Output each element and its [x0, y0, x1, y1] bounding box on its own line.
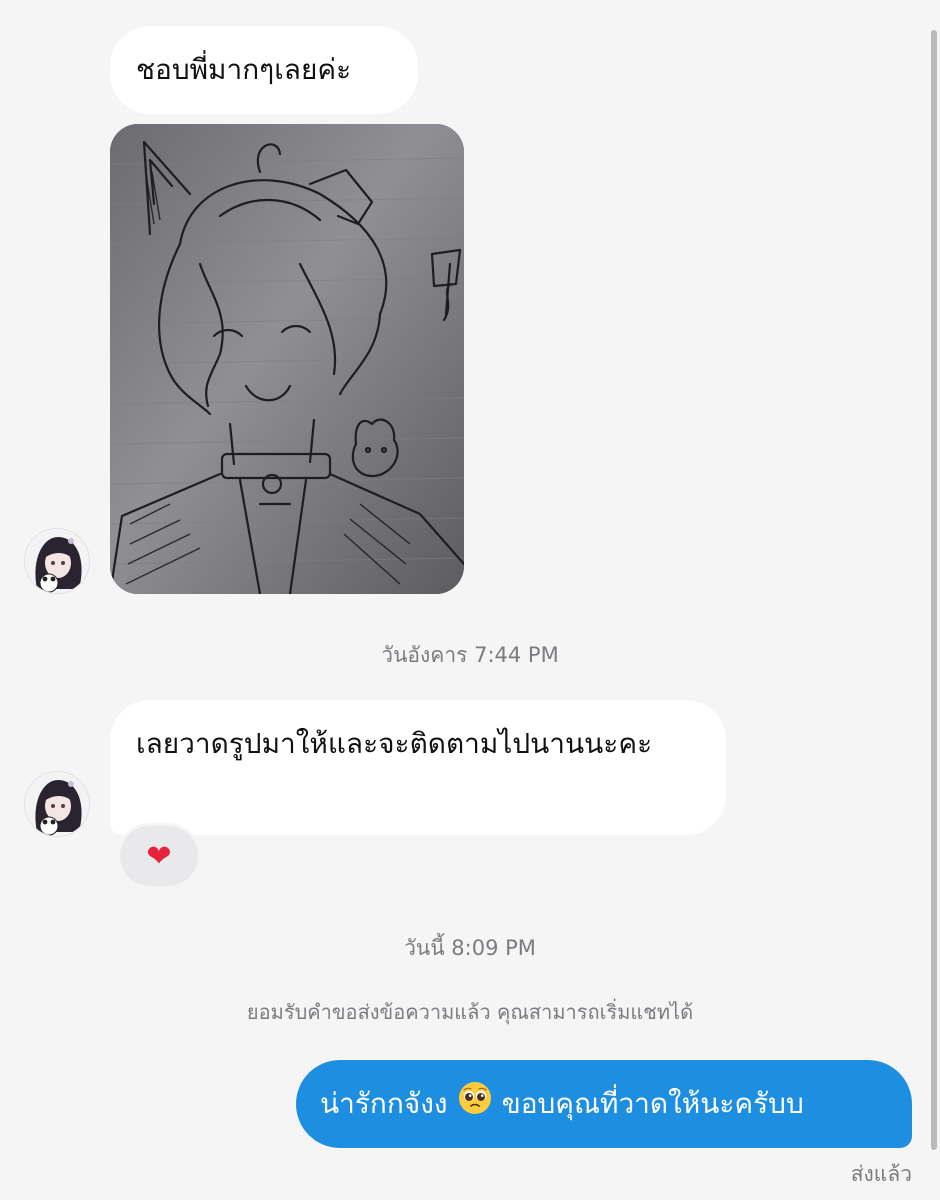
timestamp: วันอังคาร 7:44 PM	[381, 643, 559, 667]
message-text: ชอบพี่มากๆเลยค่ะ	[136, 53, 352, 86]
avatar[interactable]	[24, 528, 90, 594]
delivery-status: ส่งแล้ว	[850, 1162, 912, 1186]
incoming-message-bubble[interactable]: ชอบพี่มากๆเลยค่ะ	[110, 26, 418, 114]
message-text-part1: น่ารักกจังง	[320, 1087, 448, 1120]
avatar-icon	[25, 529, 89, 593]
timestamp: วันนี้ 8:09 PM	[404, 936, 536, 960]
outgoing-message-bubble[interactable]: น่ารักกจังง ขอบคุณที่วาดให้นะครับบ	[296, 1060, 912, 1148]
system-notice: ยอมรับคำขอส่งข้อความแล้ว คุณสามารถเริ่มแ…	[246, 1000, 694, 1024]
incoming-message-bubble[interactable]: เลยวาดรูปมาให้และจะติดตามไปนานนะคะ	[110, 700, 726, 835]
reaction-badge[interactable]: ❤	[117, 823, 201, 889]
image-message[interactable]	[110, 124, 464, 594]
sketch-photo	[110, 124, 464, 594]
scrollbar[interactable]	[931, 30, 937, 1150]
chat-thread: ชอบพี่มากๆเลยค่ะ วันอังคาร 7:44 PM เลยวา…	[0, 0, 940, 1200]
message-text-part2: ขอบคุณที่วาดให้นะครับบ	[501, 1087, 804, 1120]
pleading-face-icon	[458, 1081, 492, 1128]
message-text: เลยวาดรูปมาให้และจะติดตามไปนานนะคะ	[136, 727, 653, 760]
avatar[interactable]	[24, 771, 90, 837]
heart-icon: ❤	[146, 838, 172, 874]
avatar-icon	[25, 772, 89, 836]
